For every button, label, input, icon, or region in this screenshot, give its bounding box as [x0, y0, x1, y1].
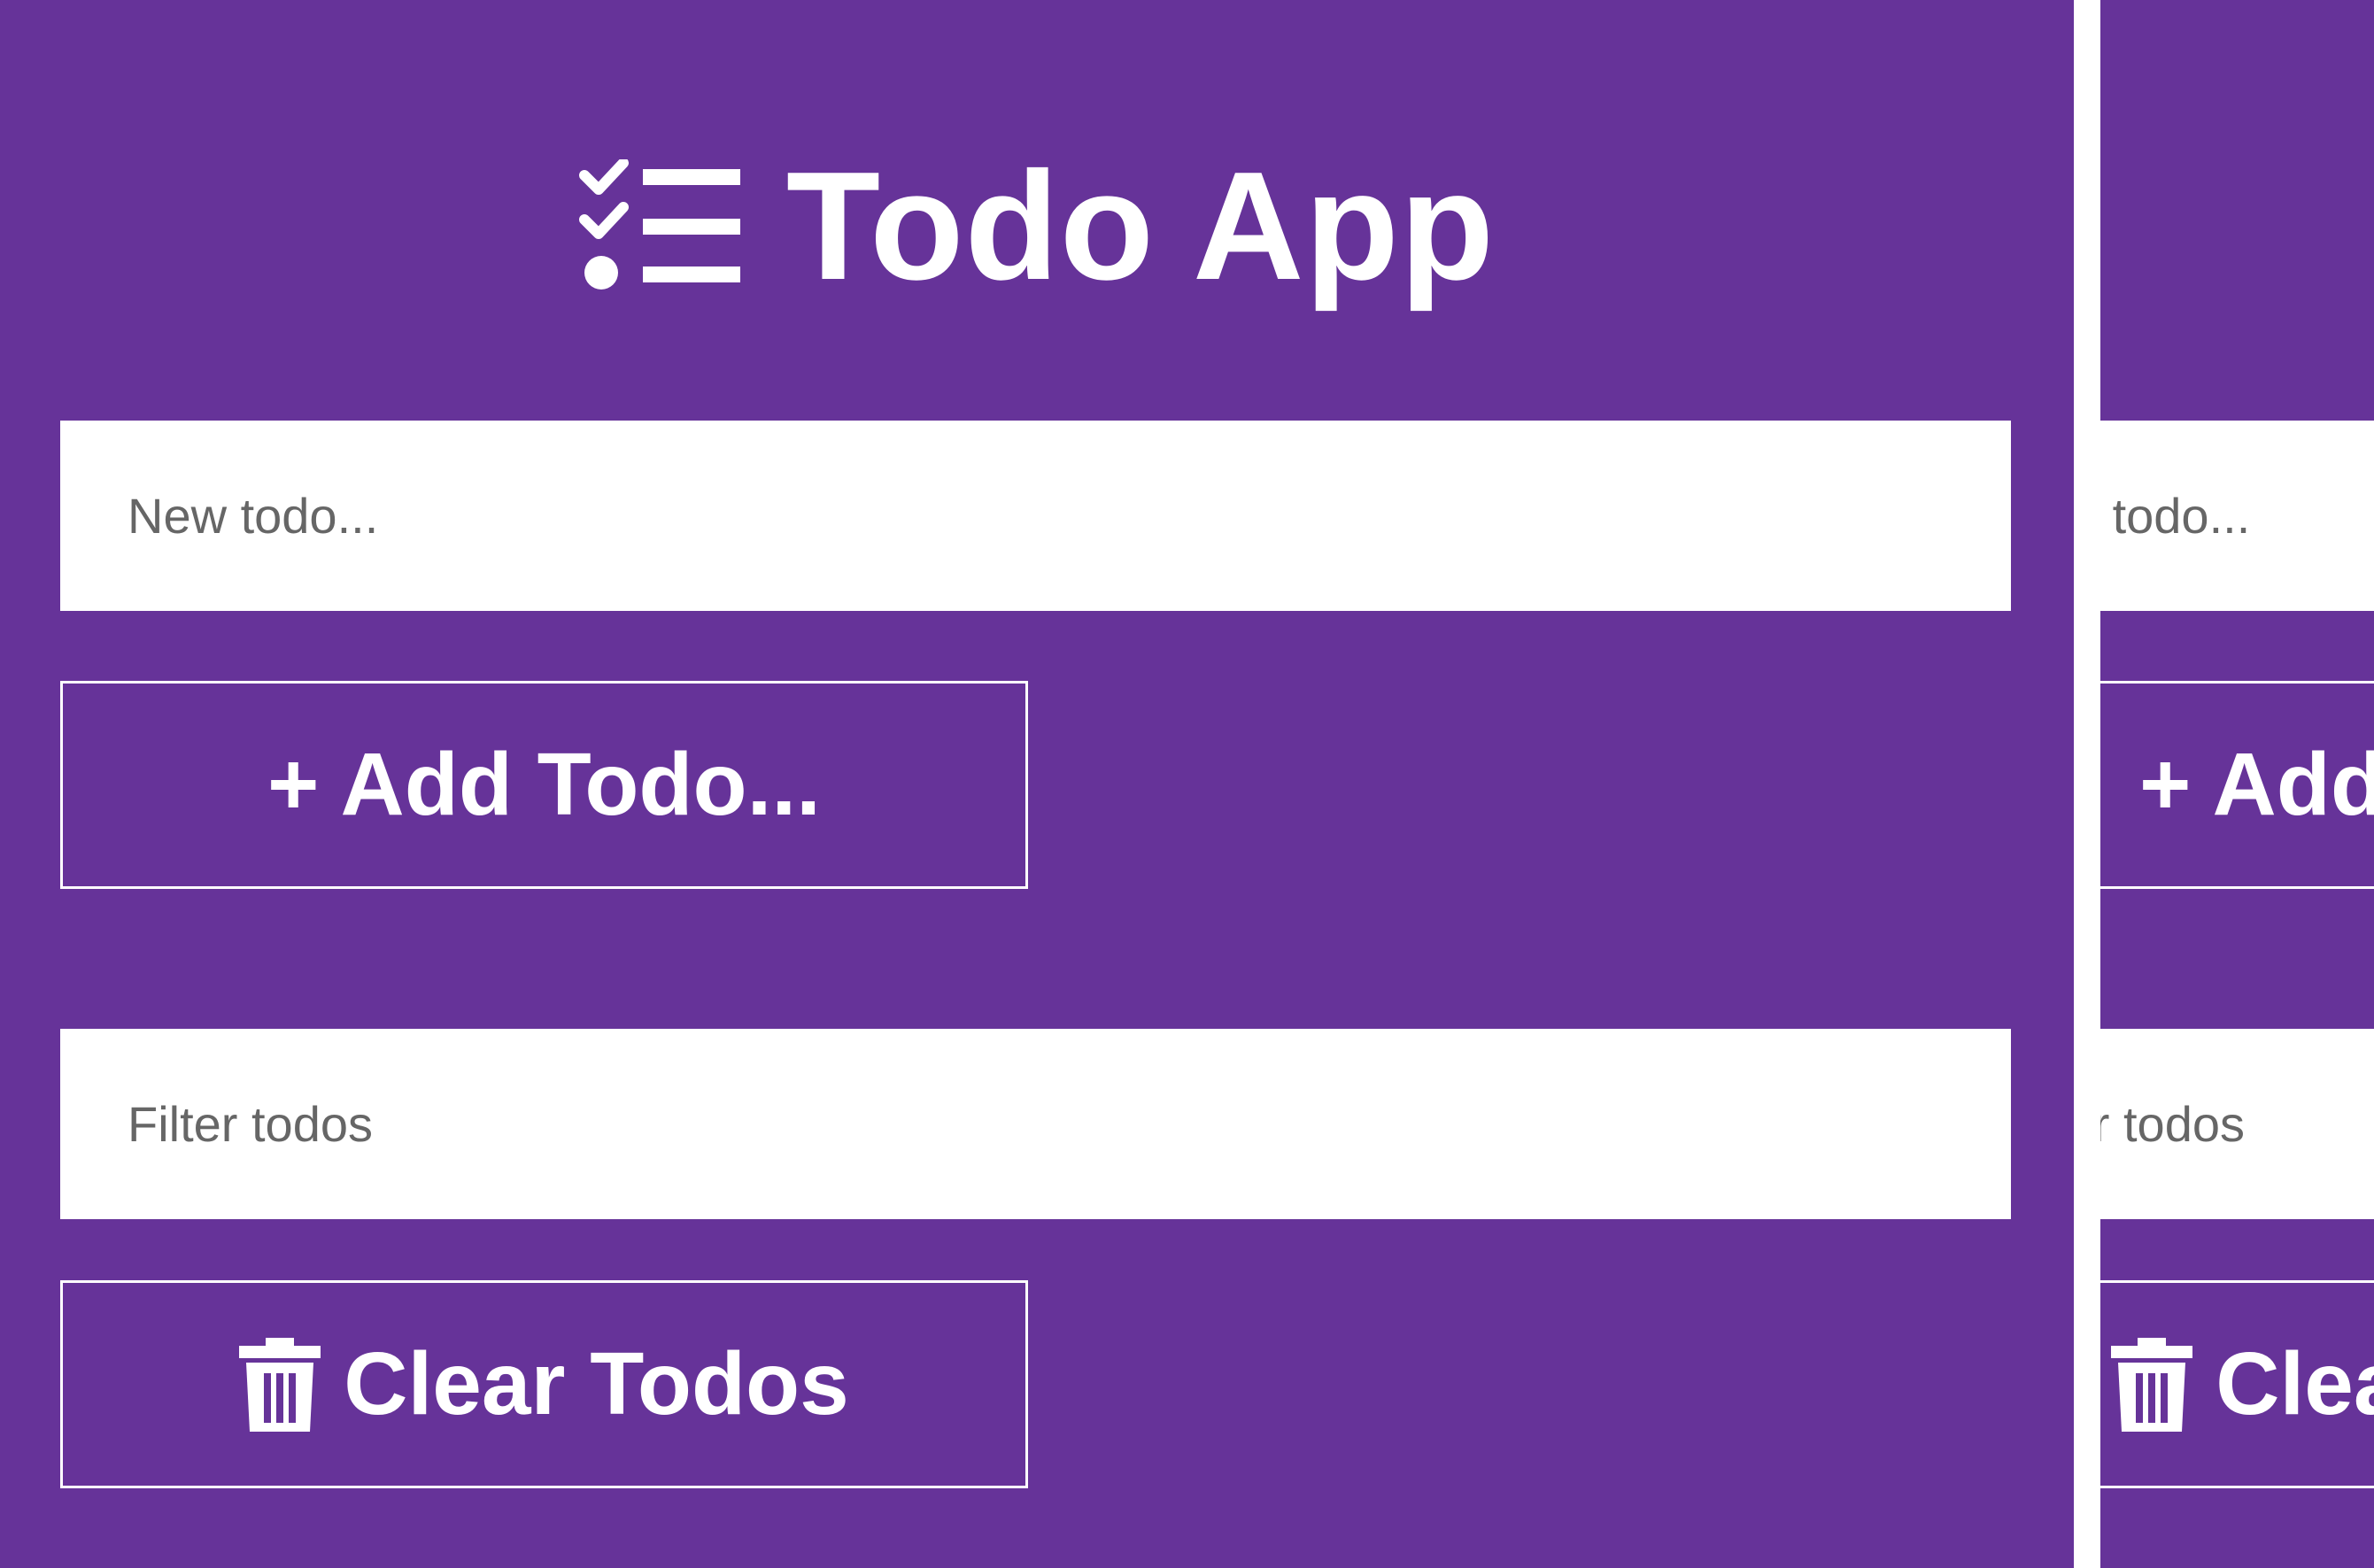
clear-todos-button-label: Clear Todos — [344, 1334, 849, 1433]
todo-app-panel-duplicate: + Add Todo... Clear Todos — [2100, 0, 2374, 1568]
checklist-icon — [578, 159, 740, 290]
clear-todos-button-duplicate-label: Clear Todos — [2215, 1334, 2374, 1433]
trash-icon — [239, 1337, 321, 1432]
filter-todos-input[interactable] — [60, 1029, 2011, 1219]
trash-icon — [2111, 1337, 2193, 1432]
app-header: Todo App — [0, 146, 2074, 305]
filter-todos-input-duplicate[interactable] — [2100, 1029, 2374, 1219]
add-todo-button-duplicate-label: + Add Todo... — [2139, 735, 2374, 834]
new-todo-input[interactable] — [60, 421, 2011, 611]
clear-todos-button[interactable]: Clear Todos — [60, 1280, 1028, 1488]
clear-todos-button-duplicate[interactable]: Clear Todos — [2100, 1280, 2374, 1488]
todo-app-content: Todo App + Add Todo... Clear Todos — [0, 0, 2074, 1568]
add-todo-button-label: + Add Todo... — [267, 735, 821, 834]
new-todo-input-duplicate[interactable] — [2100, 421, 2374, 611]
add-todo-button[interactable]: + Add Todo... — [60, 681, 1028, 889]
screenshot-stage: Todo App + Add Todo... Clear Todos — [0, 0, 2374, 1568]
app-title: Todo App — [785, 139, 1496, 312]
add-todo-button-duplicate[interactable]: + Add Todo... — [2100, 681, 2374, 889]
todo-app-content-duplicate: + Add Todo... Clear Todos — [2100, 0, 2374, 1568]
todo-app-panel: Todo App + Add Todo... Clear Todos — [0, 0, 2074, 1568]
